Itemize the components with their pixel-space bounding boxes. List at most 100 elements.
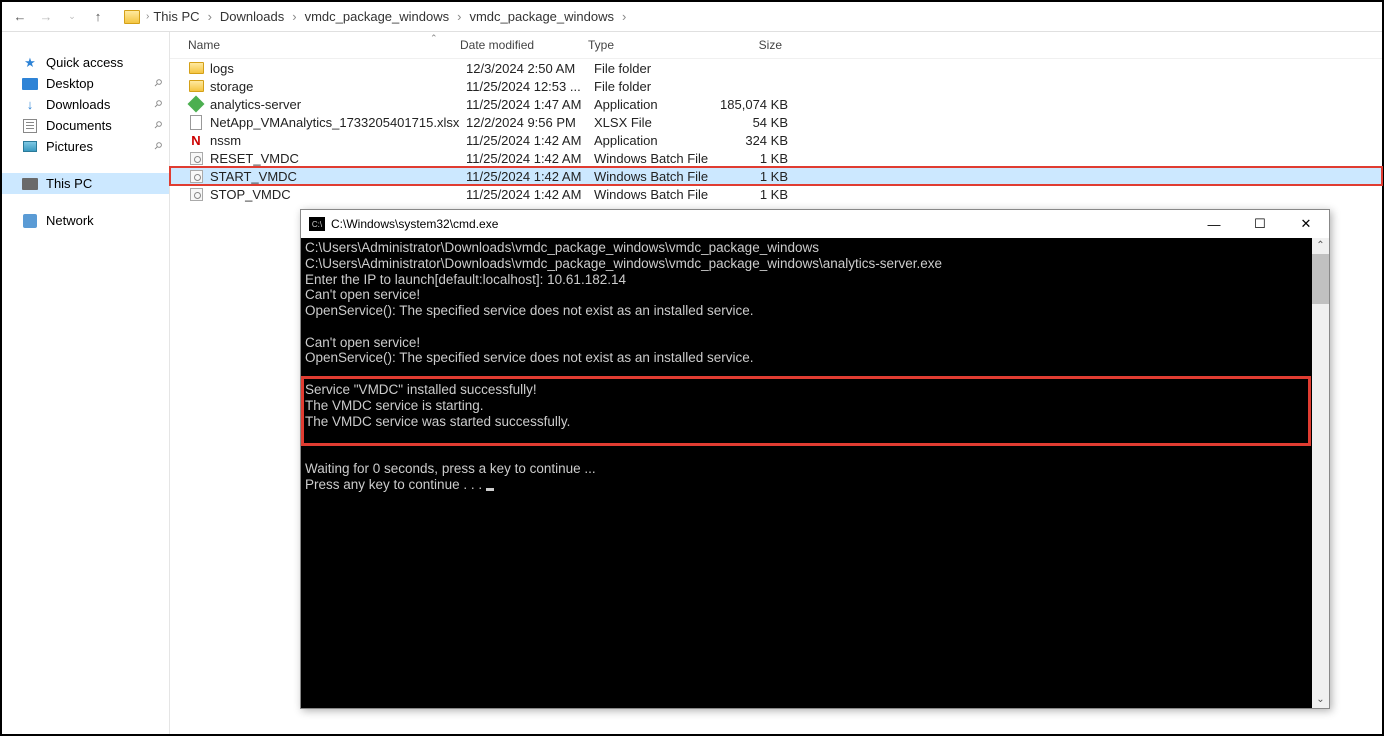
file-type: Windows Batch File [594, 187, 718, 202]
file-size: 54 KB [718, 115, 798, 130]
file-row[interactable]: logs12/3/2024 2:50 AMFile folder [170, 59, 1382, 77]
file-row[interactable]: STOP_VMDC11/25/2024 1:42 AMWindows Batch… [170, 185, 1382, 203]
file-row[interactable]: RESET_VMDC11/25/2024 1:42 AMWindows Batc… [170, 149, 1382, 167]
breadcrumb-item[interactable]: vmdc_package_windows [465, 7, 618, 26]
cmd-title-text: C:\Windows\system32\cmd.exe [331, 217, 498, 231]
cmd-output[interactable]: C:\Users\Administrator\Downloads\vmdc_pa… [301, 238, 1329, 708]
column-date[interactable]: Date modified [460, 38, 588, 52]
file-row[interactable]: NetApp_VMAnalytics_1733205401715.xlsx12/… [170, 113, 1382, 131]
file-row[interactable]: Nnssm11/25/2024 1:42 AMApplication324 KB [170, 131, 1382, 149]
file-name: analytics-server [210, 97, 466, 112]
maximize-button[interactable]: ☐ [1237, 210, 1283, 238]
sidebar-label: Network [46, 213, 94, 228]
sidebar-label: Documents [46, 118, 112, 133]
forward-button[interactable]: → [36, 7, 56, 27]
minimize-button[interactable]: — [1191, 210, 1237, 238]
chevron-right-icon[interactable]: › [620, 9, 628, 24]
cmd-line: Service "VMDC" installed successfully! [305, 382, 1325, 398]
pc-icon [22, 177, 38, 191]
star-icon: ★ [22, 56, 38, 70]
cmd-line: Waiting for 0 seconds, press a key to co… [305, 461, 1325, 477]
sort-indicator-icon: ⌃ [430, 33, 438, 44]
file-row[interactable]: storage11/25/2024 12:53 ...File folder [170, 77, 1382, 95]
pin-icon: ⚲ [151, 140, 164, 153]
column-size[interactable]: Size [712, 38, 792, 52]
file-size: 185,074 KB [718, 97, 798, 112]
cmd-titlebar[interactable]: C:\ C:\Windows\system32\cmd.exe — ☐ ✕ [301, 210, 1329, 238]
file-row[interactable]: analytics-server11/25/2024 1:47 AMApplic… [170, 95, 1382, 113]
file-row[interactable]: START_VMDC11/25/2024 1:42 AMWindows Batc… [170, 167, 1382, 185]
scroll-up-icon[interactable]: ⌃ [1312, 238, 1329, 254]
pin-icon: ⚲ [151, 98, 164, 111]
scroll-down-icon[interactable]: ⌄ [1312, 692, 1329, 708]
cmd-line: The VMDC service was started successfull… [305, 414, 1325, 430]
desktop-icon [22, 77, 38, 91]
sidebar-quick-access[interactable]: ★ Quick access [2, 52, 169, 73]
breadcrumb-item[interactable]: Downloads [216, 7, 288, 26]
column-headers: Name ⌃ Date modified Type Size [170, 32, 1382, 59]
cmd-line: Can't open service! [305, 335, 1325, 351]
chevron-right-icon[interactable]: › [206, 9, 214, 24]
breadcrumb-item[interactable]: vmdc_package_windows [301, 7, 454, 26]
column-name[interactable]: Name [188, 38, 460, 52]
file-date: 11/25/2024 1:47 AM [466, 97, 594, 112]
cmd-line: C:\Users\Administrator\Downloads\vmdc_pa… [305, 240, 1325, 256]
n-icon: N [188, 132, 204, 148]
close-button[interactable]: ✕ [1283, 210, 1329, 238]
file-name: NetApp_VMAnalytics_1733205401715.xlsx [210, 115, 466, 130]
file-type: Windows Batch File [594, 169, 718, 184]
sidebar-label: Desktop [46, 76, 94, 91]
bat-icon [188, 186, 204, 202]
file-date: 11/25/2024 12:53 ... [466, 79, 594, 94]
explorer-toolbar: ← → ⌄ ↑ › This PC › Downloads › vmdc_pac… [2, 2, 1382, 32]
scrollbar[interactable]: ⌃⌄ [1312, 238, 1329, 708]
cmd-icon: C:\ [309, 217, 325, 231]
sidebar-downloads[interactable]: ↓ Downloads ⚲ [2, 94, 169, 115]
cmd-line [305, 319, 1325, 335]
file-name: RESET_VMDC [210, 151, 466, 166]
sidebar-label: This PC [46, 176, 92, 191]
file-date: 11/25/2024 1:42 AM [466, 187, 594, 202]
cmd-line [305, 366, 1325, 382]
sidebar-documents[interactable]: Documents ⚲ [2, 115, 169, 136]
cmd-line [305, 445, 1325, 461]
pin-icon: ⚲ [151, 119, 164, 132]
breadcrumb-item[interactable]: This PC [149, 7, 203, 26]
file-name: nssm [210, 133, 466, 148]
sidebar-pictures[interactable]: Pictures ⚲ [2, 136, 169, 157]
file-date: 11/25/2024 1:42 AM [466, 151, 594, 166]
bat-icon [188, 168, 204, 184]
doc-icon [188, 114, 204, 130]
recent-dropdown[interactable]: ⌄ [62, 7, 82, 27]
sidebar-this-pc[interactable]: This PC [2, 173, 169, 194]
file-name: logs [210, 61, 466, 76]
file-date: 11/25/2024 1:42 AM [466, 169, 594, 184]
cmd-line: OpenService(): The specified service doe… [305, 350, 1325, 366]
cmd-line [305, 429, 1325, 445]
cmd-window: C:\ C:\Windows\system32\cmd.exe — ☐ ✕ C:… [300, 209, 1330, 709]
file-type: File folder [594, 61, 718, 76]
folder-icon [188, 78, 204, 94]
cmd-line: Can't open service! [305, 287, 1325, 303]
cmd-line: Enter the IP to launch[default:localhost… [305, 272, 1325, 288]
network-icon [22, 214, 38, 228]
app-icon [188, 96, 204, 112]
file-name: STOP_VMDC [210, 187, 466, 202]
back-button[interactable]: ← [10, 7, 30, 27]
file-name: START_VMDC [210, 169, 466, 184]
breadcrumb: This PC › Downloads › vmdc_package_windo… [149, 7, 628, 26]
column-type[interactable]: Type [588, 38, 712, 52]
chevron-right-icon[interactable]: › [290, 9, 298, 24]
sidebar-desktop[interactable]: Desktop ⚲ [2, 73, 169, 94]
chevron-right-icon[interactable]: › [455, 9, 463, 24]
sidebar-network[interactable]: Network [2, 210, 169, 231]
file-size: 324 KB [718, 133, 798, 148]
sidebar-label: Pictures [46, 139, 93, 154]
up-button[interactable]: ↑ [88, 7, 108, 27]
scrollbar-thumb[interactable] [1312, 254, 1329, 304]
cmd-line: C:\Users\Administrator\Downloads\vmdc_pa… [305, 256, 1325, 272]
file-size: 1 KB [718, 151, 798, 166]
download-icon: ↓ [22, 98, 38, 112]
bat-icon [188, 150, 204, 166]
cmd-line: Press any key to continue . . . [305, 477, 1325, 493]
